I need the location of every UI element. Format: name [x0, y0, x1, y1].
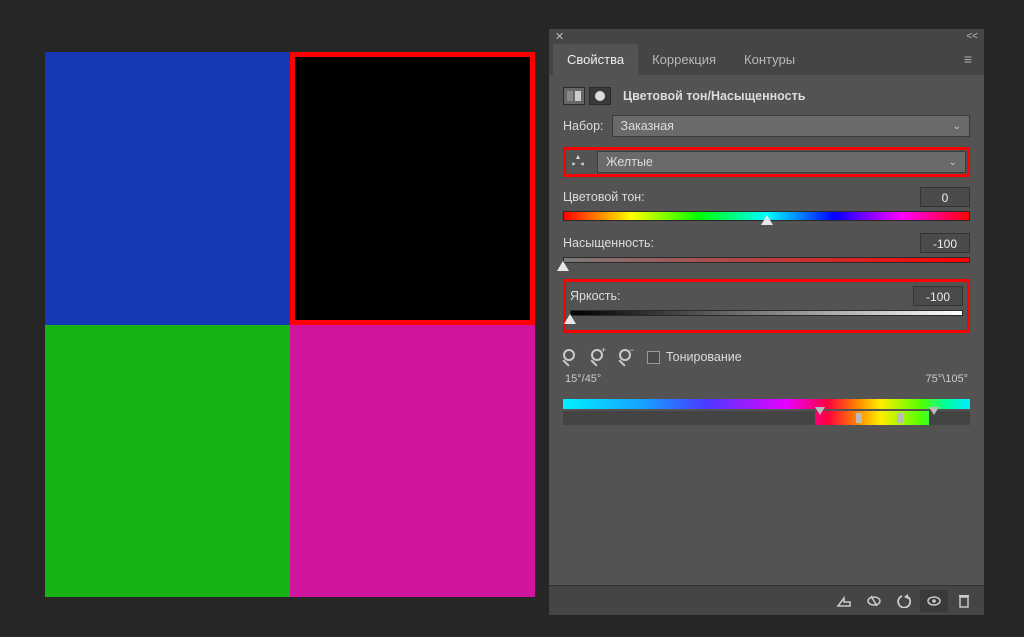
hue-track[interactable] [563, 211, 970, 223]
preset-value: Заказная [621, 119, 674, 133]
hue-value[interactable]: 0 [920, 187, 970, 207]
canvas-area [45, 52, 535, 597]
preset-label: Набор: [563, 119, 604, 133]
range-handle-outer-right[interactable] [929, 409, 937, 427]
colorize-checkbox[interactable] [647, 351, 660, 364]
panel-tabs: Свойства Коррекция Контуры ≡ [549, 43, 984, 75]
saturation-thumb[interactable] [557, 261, 569, 271]
lightness-track[interactable] [570, 310, 963, 322]
saturation-slider: Насыщенность: -100 [563, 233, 970, 269]
collapse-icon[interactable]: << [966, 31, 978, 42]
hue-slider: Цветовой тон: 0 [563, 187, 970, 223]
view-previous-icon[interactable] [860, 590, 888, 612]
degree-readout: 15°/45° 75°\105° [563, 373, 970, 385]
colorize-label: Тонирование [666, 350, 742, 364]
trash-icon[interactable] [950, 590, 978, 612]
preset-row: Набор: Заказная ⌄ [563, 115, 970, 137]
panel-menu-icon[interactable]: ≡ [952, 51, 984, 67]
mask-icon[interactable] [589, 87, 611, 105]
hue-range-strip[interactable] [563, 399, 970, 413]
lightness-label: Яркость: [570, 289, 621, 303]
properties-panel: ✕ << Свойства Коррекция Контуры ≡ Цветов… [549, 29, 984, 615]
eyedropper-subtract-icon[interactable]: − [619, 349, 635, 365]
adjustment-header: Цветовой тон/Насыщенность [563, 87, 970, 105]
eyedropper-icon[interactable] [563, 349, 579, 365]
color-range-dropdown[interactable]: Желтые ⌄ [597, 151, 966, 173]
close-icon[interactable]: ✕ [555, 30, 564, 43]
range-handle-inner-left[interactable] [856, 409, 864, 427]
color-square-green [45, 325, 290, 597]
color-range-value: Желтые [606, 155, 653, 169]
color-range-row-highlighted: Желтые ⌄ [563, 147, 970, 177]
eyedropper-add-icon[interactable]: + [591, 349, 607, 365]
lightness-value[interactable]: -100 [913, 286, 963, 306]
hue-thumb[interactable] [761, 215, 773, 225]
hue-sat-icon[interactable] [563, 87, 585, 105]
panel-footer [549, 585, 984, 615]
color-square-black-selected [290, 52, 535, 325]
tab-adjustments[interactable]: Коррекция [638, 44, 730, 75]
lightness-thumb[interactable] [564, 314, 576, 324]
degrees-right: 75°\105° [926, 373, 968, 385]
clip-to-layer-icon[interactable] [830, 590, 858, 612]
tab-paths[interactable]: Контуры [730, 44, 809, 75]
hue-label: Цветовой тон: [563, 190, 645, 204]
visibility-icon[interactable] [920, 590, 948, 612]
color-square-blue [45, 52, 290, 325]
saturation-label: Насыщенность: [563, 236, 654, 250]
reset-icon[interactable] [890, 590, 918, 612]
saturation-value[interactable]: -100 [920, 233, 970, 253]
preset-dropdown[interactable]: Заказная ⌄ [612, 115, 970, 137]
range-handle-inner-right[interactable] [897, 409, 905, 427]
degrees-left: 15°/45° [565, 373, 601, 385]
eyedropper-row: + − Тонирование [563, 349, 970, 365]
color-square-magenta [290, 325, 535, 597]
saturation-track[interactable] [563, 257, 970, 269]
scrubby-icon[interactable] [567, 151, 589, 173]
adjustment-title: Цветовой тон/Насыщенность [623, 89, 805, 103]
lightness-slider: Яркость: -100 [570, 286, 963, 322]
panel-titlebar: ✕ << [549, 29, 984, 43]
lightness-row-highlighted: Яркость: -100 [563, 279, 970, 333]
chevron-down-icon: ⌄ [953, 121, 961, 132]
range-handle-outer-left[interactable] [815, 409, 823, 427]
chevron-down-icon: ⌄ [949, 157, 957, 168]
tab-properties[interactable]: Свойства [553, 44, 638, 75]
